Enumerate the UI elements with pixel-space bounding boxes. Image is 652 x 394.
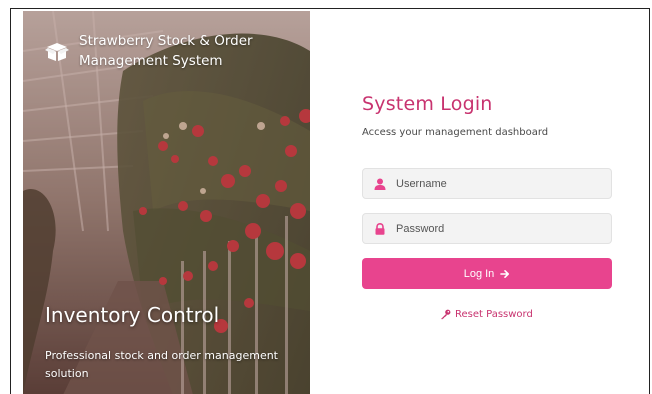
username-field[interactable] xyxy=(362,168,612,199)
box-open-icon xyxy=(45,43,69,61)
page-frame: Strawberry Stock & Order Management Syst… xyxy=(10,8,650,394)
reset-password-link[interactable]: Reset Password xyxy=(440,309,533,320)
reset-password-label: Reset Password xyxy=(455,309,533,320)
arrow-right-icon xyxy=(500,269,510,278)
lock-icon xyxy=(375,222,385,235)
hero-heading: Inventory Control xyxy=(45,303,220,327)
brand: Strawberry Stock & Order Management Syst… xyxy=(45,31,279,71)
app-title: Strawberry Stock & Order Management Syst… xyxy=(79,33,253,69)
login-title: System Login xyxy=(362,93,493,115)
user-icon xyxy=(374,178,386,190)
login-button-label: Log In xyxy=(463,267,495,280)
hero-panel: Strawberry Stock & Order Management Syst… xyxy=(23,11,310,394)
key-icon xyxy=(441,309,451,320)
password-input[interactable] xyxy=(396,222,596,235)
username-input[interactable] xyxy=(396,177,596,190)
login-button[interactable]: Log In xyxy=(362,258,612,289)
login-form: System Login Access your management dash… xyxy=(362,93,612,320)
password-field[interactable] xyxy=(362,213,612,244)
login-subtitle: Access your management dashboard xyxy=(362,127,549,138)
hero-subtitle: Professional stock and order management … xyxy=(45,349,278,380)
